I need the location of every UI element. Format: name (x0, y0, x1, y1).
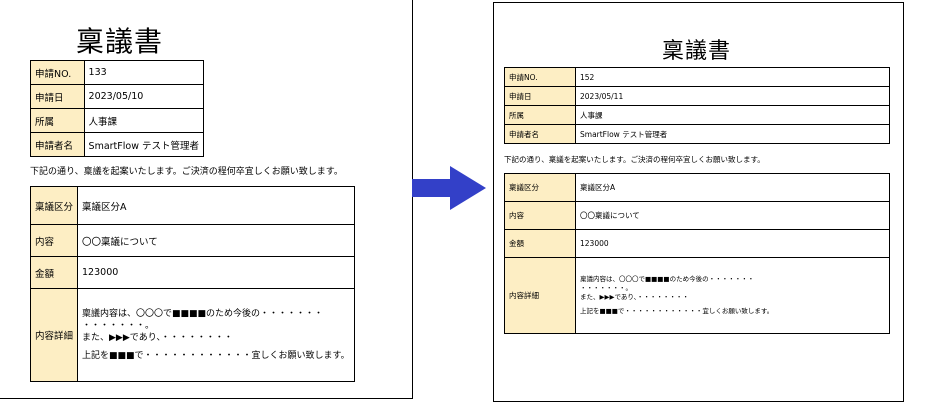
detail-content-cell: 稟議内容は、〇〇〇で■■■■のため今後の・・・・・・・ ・・・・・・・。 また、… (77, 288, 355, 382)
label-cell: 内容詳細 (29, 288, 79, 382)
label-cell: 稟議区分 (29, 186, 79, 225)
info-table: 申請NO. 133 申請日 2023/05/10 所属 人事課 申請者名 Sma… (30, 60, 205, 157)
value-cell: 人事課 (83, 108, 205, 133)
detail-line: また、▶▶▶であり、・・・・・・・・ (82, 333, 233, 343)
detail-line: 上記を■■■で・・・・・・・・・・・・宜しくお願い致します。 (82, 351, 350, 362)
detail-line: ・・・・・・・。 (580, 283, 632, 292)
document-title: 稟議書 (76, 25, 164, 58)
detail-line: ・・・・・・・。 (82, 320, 155, 331)
table-row: 稟議区分 稟議区分A (29, 186, 355, 225)
table-row: 所属 人事課 (30, 108, 205, 133)
label-cell: 所属 (504, 105, 576, 125)
detail-line: 上記を■■■で・・・・・・・・・・・・宜しくお願い致します。 (580, 307, 774, 316)
table-row: 申請日 2023/05/11 (504, 86, 890, 106)
value-cell: 2023/05/11 (575, 86, 890, 106)
table-row: 内容 〇〇稟議について (504, 201, 890, 230)
label-cell: 申請NO. (30, 60, 85, 85)
label-cell: 稟議区分 (504, 173, 576, 202)
value-cell: 133 (83, 60, 205, 85)
table-row: 金額 123000 (29, 256, 355, 289)
label-cell: 金額 (504, 229, 576, 258)
value-cell: 〇〇稟議について (77, 224, 355, 257)
table-row: 金額 123000 (504, 229, 890, 258)
table-row: 内容詳細 稟議内容は、〇〇〇で■■■■のため今後の・・・・・・・ ・・・・・・・… (29, 288, 355, 382)
value-cell: 123000 (575, 229, 890, 258)
label-cell: 申請日 (504, 86, 576, 106)
label-cell: 所属 (30, 108, 85, 133)
label-cell: 申請日 (30, 84, 85, 109)
label-cell: 申請者名 (30, 132, 85, 157)
document-title: 稟議書 (662, 39, 732, 64)
document-page-right: 稟議書 申請NO. 152 申請日 2023/05/11 所属 人事課 申請者名… (493, 2, 904, 402)
table-row: 申請日 2023/05/10 (30, 84, 205, 109)
detail-lines: 稟議内容は、〇〇〇で■■■■のため今後の・・・・・・・ ・・・・・・・。 また、… (82, 308, 350, 363)
table-row: 申請NO. 152 (504, 67, 890, 87)
value-cell: 152 (575, 67, 890, 87)
label-cell: 内容詳細 (504, 257, 576, 334)
value-cell: 2023/05/10 (83, 84, 205, 109)
label-cell: 内容 (29, 224, 79, 257)
document-page-left: 稟議書 申請NO. 133 申請日 2023/05/10 所属 人事課 申請者名… (0, 0, 413, 399)
arrow-right-icon (412, 166, 486, 210)
table-row: 内容 〇〇稟議について (29, 224, 355, 257)
detail-table: 稟議区分 稟議区分A 内容 〇〇稟議について 金額 123000 内容詳細 稟議… (29, 186, 355, 382)
value-cell: 稟議区分A (575, 173, 890, 202)
info-table: 申請NO. 152 申請日 2023/05/11 所属 人事課 申請者名 Sma… (504, 67, 890, 144)
table-row: 稟議区分 稟議区分A (504, 173, 890, 202)
intro-text: 下記の通り、稟議を起案いたします。ご決済の程何卒宜しくお願い致します。 (30, 167, 343, 177)
table-row: 申請者名 SmartFlow テスト管理者 (30, 132, 205, 157)
value-cell: 〇〇稟議について (575, 201, 890, 230)
detail-lines: 稟議内容は、〇〇〇で■■■■のため今後の・・・・・・・ ・・・・・・・。 また、… (580, 275, 885, 316)
value-cell: SmartFlow テスト管理者 (83, 132, 205, 157)
label-cell: 金額 (29, 256, 79, 289)
value-cell: 人事課 (575, 105, 890, 125)
value-cell: 稟議区分A (77, 186, 355, 225)
value-cell: 123000 (77, 256, 355, 289)
table-row: 内容詳細 稟議内容は、〇〇〇で■■■■のため今後の・・・・・・・ ・・・・・・・… (504, 257, 890, 334)
value-cell: SmartFlow テスト管理者 (575, 124, 890, 144)
detail-line: 稟議内容は、〇〇〇で■■■■のため今後の・・・・・・・ (82, 308, 324, 319)
detail-line: 稟議内容は、〇〇〇で■■■■のため今後の・・・・・・・ (580, 274, 755, 283)
table-row: 所属 人事課 (504, 105, 890, 125)
table-row: 申請NO. 133 (30, 60, 205, 85)
detail-table: 稟議区分 稟議区分A 内容 〇〇稟議について 金額 123000 内容詳細 稟議… (504, 173, 890, 334)
label-cell: 内容 (504, 201, 576, 230)
detail-line: また、▶▶▶であり、・・・・・・・・ (580, 292, 689, 301)
label-cell: 申請NO. (504, 67, 576, 87)
label-cell: 申請者名 (504, 124, 576, 144)
table-row: 申請者名 SmartFlow テスト管理者 (504, 124, 890, 144)
detail-content-cell: 稟議内容は、〇〇〇で■■■■のため今後の・・・・・・・ ・・・・・・・。 また、… (575, 257, 890, 334)
intro-text: 下記の通り、稟議を起案いたします。ご決済の程何卒宜しくお願い致します。 (504, 155, 765, 164)
